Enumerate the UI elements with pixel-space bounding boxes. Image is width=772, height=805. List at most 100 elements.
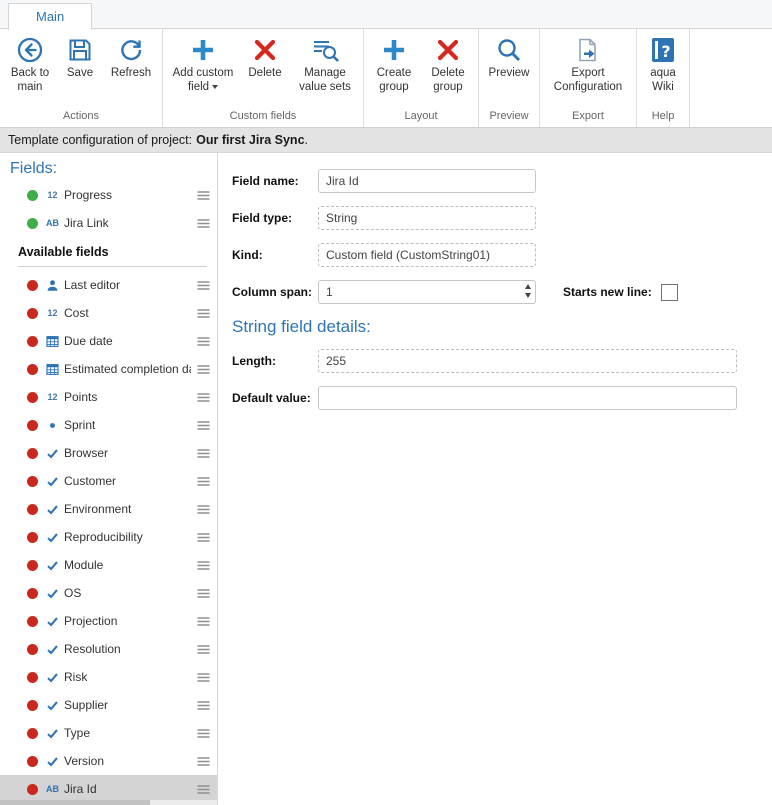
field-row[interactable]: Browser	[0, 439, 217, 467]
drag-handle-icon[interactable]	[195, 365, 211, 374]
drag-handle-icon[interactable]	[195, 219, 211, 228]
status-dot	[27, 280, 38, 291]
drag-handle-icon[interactable]	[195, 281, 211, 290]
drag-handle-icon[interactable]	[195, 701, 211, 710]
manage-value-sets-button[interactable]: Manage value sets	[291, 31, 359, 99]
field-label: Due date	[64, 334, 191, 348]
add-custom-field-button[interactable]: Add custom field	[167, 31, 239, 99]
drag-handle-icon[interactable]	[195, 477, 211, 486]
field-row[interactable]: AB Jira Id	[0, 775, 217, 803]
status-dot	[27, 476, 38, 487]
drag-handle-icon[interactable]	[195, 785, 211, 794]
drag-handle-icon[interactable]	[195, 589, 211, 598]
field-row[interactable]: Due date	[0, 327, 217, 355]
drag-handle-icon[interactable]	[195, 729, 211, 738]
drag-handle-icon[interactable]	[195, 673, 211, 682]
drag-handle-icon[interactable]	[195, 645, 211, 654]
status-dot	[27, 756, 38, 767]
drag-handle-icon[interactable]	[195, 505, 211, 514]
choice-field-icon	[44, 615, 61, 628]
status-dot	[27, 448, 38, 459]
drag-handle-icon[interactable]	[195, 393, 211, 402]
sidebar-horizontal-scrollbar[interactable]	[0, 800, 217, 805]
status-dot	[27, 532, 38, 543]
stepper-up-icon[interactable]	[525, 284, 531, 289]
field-row[interactable]: Environment	[0, 495, 217, 523]
field-row[interactable]: Customer	[0, 467, 217, 495]
drag-handle-icon[interactable]	[195, 617, 211, 626]
drag-handle-icon[interactable]	[195, 337, 211, 346]
delete-button[interactable]: Delete	[241, 31, 289, 85]
field-row[interactable]: Sprint	[0, 411, 217, 439]
default-value-input[interactable]	[318, 386, 737, 410]
field-label: Risk	[64, 670, 191, 684]
field-row[interactable]: Estimated completion date	[0, 355, 217, 383]
field-row[interactable]: OS	[0, 579, 217, 607]
field-row[interactable]: Last editor	[0, 271, 217, 299]
field-row[interactable]: Reproducibility	[0, 523, 217, 551]
field-label: Reproducibility	[64, 530, 191, 544]
drag-handle-icon[interactable]	[195, 757, 211, 766]
svg-text:?: ?	[661, 42, 670, 61]
create-group-button[interactable]: Create group	[368, 31, 420, 99]
template-config-banner: Template configuration of project:Our fi…	[0, 128, 772, 153]
delete-group-button[interactable]: Delete group	[422, 31, 474, 99]
drag-handle-icon[interactable]	[195, 533, 211, 542]
ribbon-group-label: Layout	[367, 107, 475, 127]
drag-handle-icon[interactable]	[195, 309, 211, 318]
field-row[interactable]: Resolution	[0, 635, 217, 663]
field-row[interactable]: 12 Points	[0, 383, 217, 411]
status-dot	[27, 644, 38, 655]
save-button[interactable]: Save	[58, 31, 102, 85]
preview-button[interactable]: Preview	[483, 31, 535, 85]
kind-label: Kind:	[232, 248, 318, 262]
button-label: Manage value sets	[293, 67, 357, 95]
back-to-main-button[interactable]: Back to main	[4, 31, 56, 99]
column-span-input[interactable]	[318, 280, 536, 304]
status-dot	[27, 308, 38, 319]
field-row[interactable]: Version	[0, 747, 217, 775]
back-arrow-icon	[16, 35, 44, 65]
drag-handle-icon[interactable]	[195, 191, 211, 200]
field-label: Projection	[64, 614, 191, 628]
aqua-wiki-button[interactable]: ? aqua Wiki	[641, 31, 685, 99]
numeric-field-icon: 12	[44, 308, 61, 318]
field-label: Jira Id	[64, 782, 191, 796]
ribbon-group-export: Export Configuration Export	[540, 29, 637, 127]
preview-icon	[495, 35, 523, 65]
field-row[interactable]: Module	[0, 551, 217, 579]
assigned-fields-list: 12 Progress AB Jira Link	[0, 181, 217, 237]
choice-field-icon	[44, 503, 61, 516]
drag-handle-icon[interactable]	[195, 561, 211, 570]
drag-handle-icon[interactable]	[195, 449, 211, 458]
ribbon-group-preview: Preview Preview	[479, 29, 540, 127]
field-row[interactable]: AB Jira Link	[0, 209, 217, 237]
refresh-button[interactable]: Refresh	[104, 31, 158, 85]
button-label: Back to main	[6, 67, 54, 95]
choice-field-icon	[44, 727, 61, 740]
field-name-input[interactable]	[318, 169, 536, 193]
button-label: Create group	[370, 67, 418, 95]
delete-x-icon	[434, 35, 462, 65]
field-row[interactable]: Projection	[0, 607, 217, 635]
field-row[interactable]: Risk	[0, 663, 217, 691]
field-row[interactable]: 12 Cost	[0, 299, 217, 327]
starts-new-line-checkbox[interactable]	[661, 284, 678, 301]
field-row[interactable]: Supplier	[0, 691, 217, 719]
choice-field-icon	[44, 755, 61, 768]
tab-main[interactable]: Main	[8, 3, 92, 30]
ribbon-group-label: Help	[640, 107, 686, 127]
banner-suffix: .	[305, 133, 308, 147]
length-input[interactable]	[318, 349, 737, 373]
stepper-down-icon[interactable]	[525, 293, 531, 298]
export-configuration-button[interactable]: Export Configuration	[544, 31, 632, 99]
field-row[interactable]: 12 Progress	[0, 181, 217, 209]
export-icon	[574, 35, 602, 65]
field-label: Cost	[64, 306, 191, 320]
status-dot	[27, 364, 38, 375]
app-window: Main Back to main Save	[0, 0, 772, 805]
field-row[interactable]: Type	[0, 719, 217, 747]
drag-handle-icon[interactable]	[195, 421, 211, 430]
choice-field-icon	[44, 447, 61, 460]
scrollbar-thumb[interactable]	[0, 800, 150, 805]
